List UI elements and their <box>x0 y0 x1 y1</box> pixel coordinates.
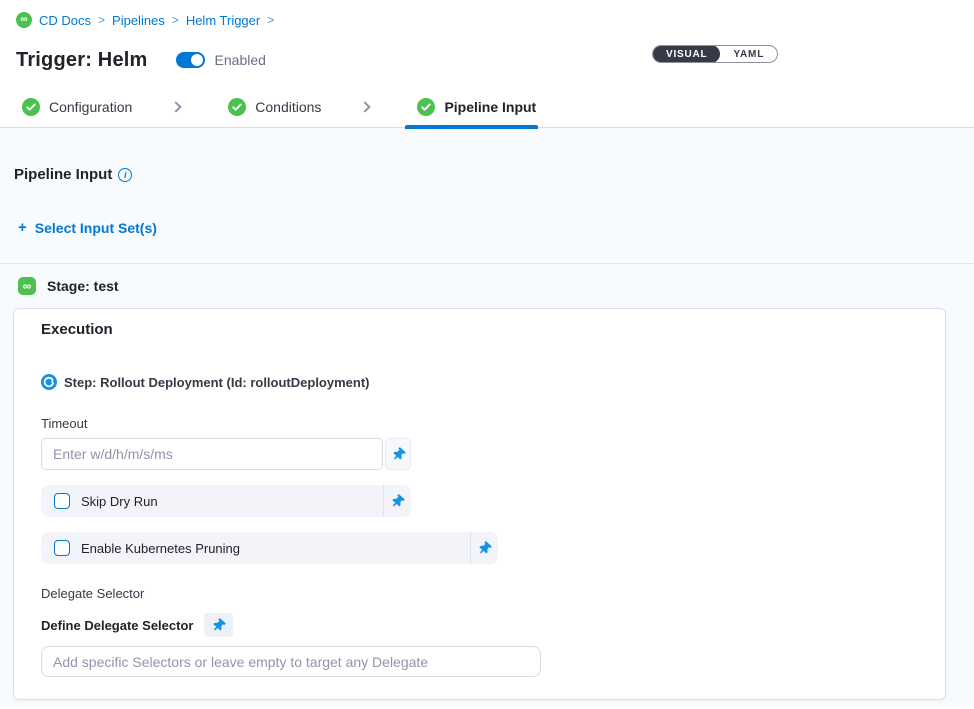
skip-dry-run-label: Skip Dry Run <box>81 494 383 509</box>
title-row: Trigger: Helm Enabled <box>16 43 958 77</box>
breadcrumb: ∞ CD Docs > Pipelines > Helm Trigger > <box>16 10 958 30</box>
page-header: ∞ CD Docs > Pipelines > Helm Trigger > T… <box>0 0 974 77</box>
section-head: Pipeline Input i <box>0 128 974 183</box>
runtime-input-pin-button[interactable] <box>385 438 411 470</box>
breadcrumb-link-pipelines[interactable]: Pipelines <box>112 13 165 28</box>
breadcrumb-separator: > <box>98 13 105 27</box>
pin-icon <box>478 542 491 555</box>
plus-icon: + <box>18 219 27 236</box>
breadcrumb-separator: > <box>172 13 179 27</box>
pipeline-input-panel: Pipeline Input i + Select Input Set(s) ∞… <box>0 128 974 707</box>
cd-stage-icon: ∞ <box>18 277 36 295</box>
enabled-toggle-label: Enabled <box>215 52 266 68</box>
wizard-tabbar: Configuration Conditions Pipeline Input <box>0 86 974 128</box>
yaml-mode-button[interactable]: YAML <box>720 45 777 63</box>
pin-icon <box>392 448 405 461</box>
select-input-sets-label: Select Input Set(s) <box>35 220 157 236</box>
breadcrumb-link-cd-docs[interactable]: CD Docs <box>39 13 91 28</box>
skip-dry-run-checkbox[interactable] <box>54 493 70 509</box>
timeout-label: Timeout <box>41 416 918 431</box>
enable-kubernetes-pruning-row: Enable Kubernetes Pruning <box>41 532 498 564</box>
step-row: Step: Rollout Deployment (Id: rolloutDep… <box>41 374 918 390</box>
info-icon[interactable]: i <box>118 168 132 182</box>
define-delegate-label: Define Delegate Selector <box>41 618 193 633</box>
tab-pipeline-input[interactable]: Pipeline Input <box>417 86 536 128</box>
tab-label: Conditions <box>255 99 321 115</box>
check-circle-icon <box>417 98 435 116</box>
runtime-input-pin-button[interactable] <box>470 532 498 564</box>
stage-row: ∞ Stage: test <box>0 264 974 308</box>
check-circle-icon <box>22 98 40 116</box>
delegate-selectors-input[interactable] <box>41 646 541 677</box>
runtime-input-pin-button[interactable] <box>204 613 233 637</box>
pin-icon <box>391 495 404 508</box>
tab-configuration[interactable]: Configuration <box>22 86 132 128</box>
tab-label: Configuration <box>49 99 132 115</box>
skip-dry-run-row: Skip Dry Run <box>41 485 411 517</box>
tab-conditions[interactable]: Conditions <box>228 86 321 128</box>
rollout-step-icon <box>41 374 57 390</box>
delegate-selector-label: Delegate Selector <box>41 586 918 601</box>
timeout-field-group <box>41 438 918 470</box>
enable-kubernetes-pruning-checkbox[interactable] <box>54 540 70 556</box>
chevron-right-icon <box>171 101 182 112</box>
timeout-input[interactable] <box>41 438 383 470</box>
enabled-toggle[interactable] <box>176 52 205 68</box>
harness-cd-logo-icon: ∞ <box>16 12 32 28</box>
breadcrumb-separator: > <box>267 13 274 27</box>
define-delegate-row: Define Delegate Selector <box>41 613 918 637</box>
step-label: Step: Rollout Deployment (Id: rolloutDep… <box>64 375 370 390</box>
execution-title: Execution <box>41 321 918 338</box>
execution-card: Execution Step: Rollout Deployment (Id: … <box>13 308 946 700</box>
visual-yaml-switch: VISUAL YAML <box>652 45 778 63</box>
visual-mode-button[interactable]: VISUAL <box>653 45 720 63</box>
enable-kubernetes-pruning-label: Enable Kubernetes Pruning <box>81 541 470 556</box>
check-circle-icon <box>228 98 246 116</box>
pin-icon <box>212 619 225 632</box>
breadcrumb-link-helm-trigger[interactable]: Helm Trigger <box>186 13 260 28</box>
page-title: Trigger: Helm <box>16 49 148 72</box>
toggle-knob <box>191 54 203 66</box>
stage-label: Stage: test <box>47 278 119 294</box>
chevron-right-icon <box>360 101 371 112</box>
tab-label: Pipeline Input <box>444 99 536 115</box>
select-input-sets-link[interactable]: + Select Input Set(s) <box>18 219 974 236</box>
runtime-input-pin-button[interactable] <box>383 485 411 517</box>
section-title: Pipeline Input <box>14 166 112 183</box>
